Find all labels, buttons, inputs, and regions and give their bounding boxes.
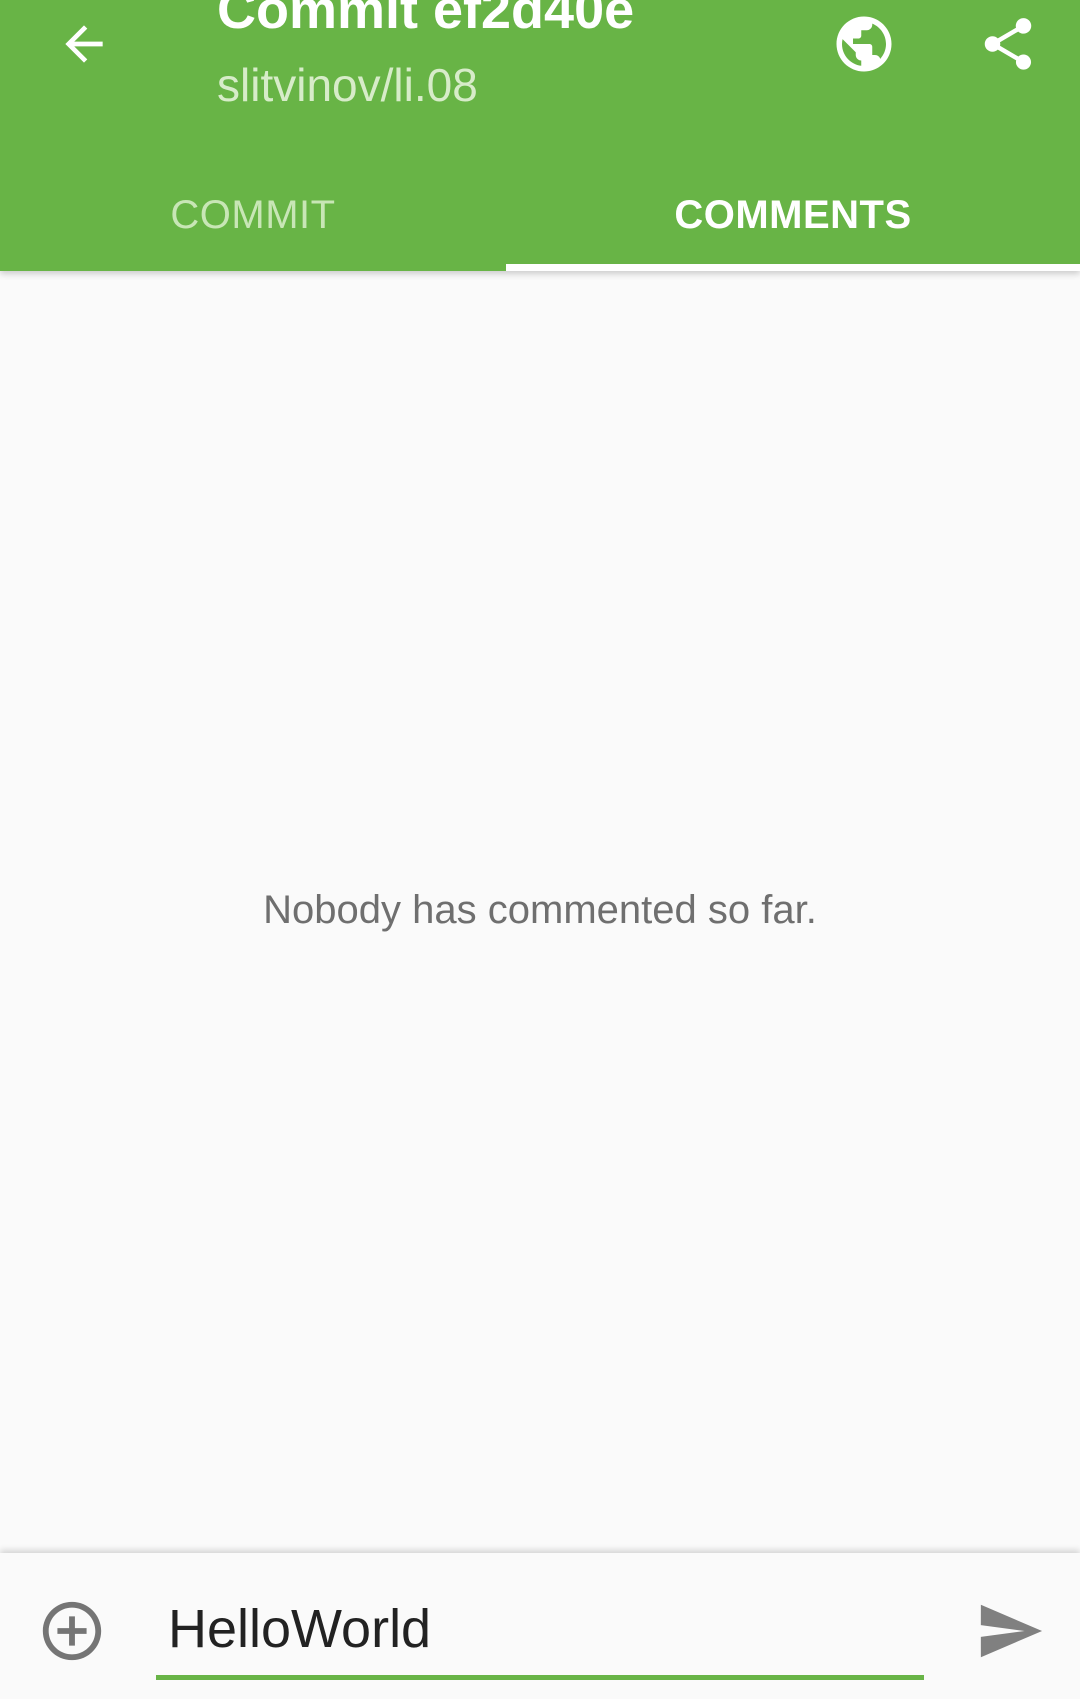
comment-input-underline <box>156 1583 924 1680</box>
share-icon <box>984 18 1032 70</box>
add-attachment-button[interactable] <box>30 1589 114 1673</box>
app-bar: Commit ef2d40e slitvinov/li.08 COMMIT CO… <box>0 0 1080 271</box>
tab-commit[interactable]: COMMIT <box>0 160 506 271</box>
page-title: Commit ef2d40e <box>217 0 635 40</box>
comment-composer <box>0 1553 1080 1699</box>
globe-icon <box>836 16 892 72</box>
send-icon <box>980 1604 1043 1658</box>
back-button[interactable] <box>44 4 124 84</box>
share-button[interactable] <box>968 4 1048 84</box>
empty-comments-message: Nobody has commented so far. <box>263 888 817 932</box>
comment-input[interactable] <box>168 1583 908 1675</box>
selected-tab-indicator <box>506 264 1080 271</box>
tab-comments[interactable]: COMMENTS <box>506 160 1080 271</box>
add-circle-icon <box>42 1601 102 1661</box>
open-in-browser-button[interactable] <box>824 4 904 84</box>
arrow-back-icon <box>65 25 103 63</box>
repo-subtitle: slitvinov/li.08 <box>217 59 478 111</box>
send-button[interactable] <box>968 1589 1052 1673</box>
